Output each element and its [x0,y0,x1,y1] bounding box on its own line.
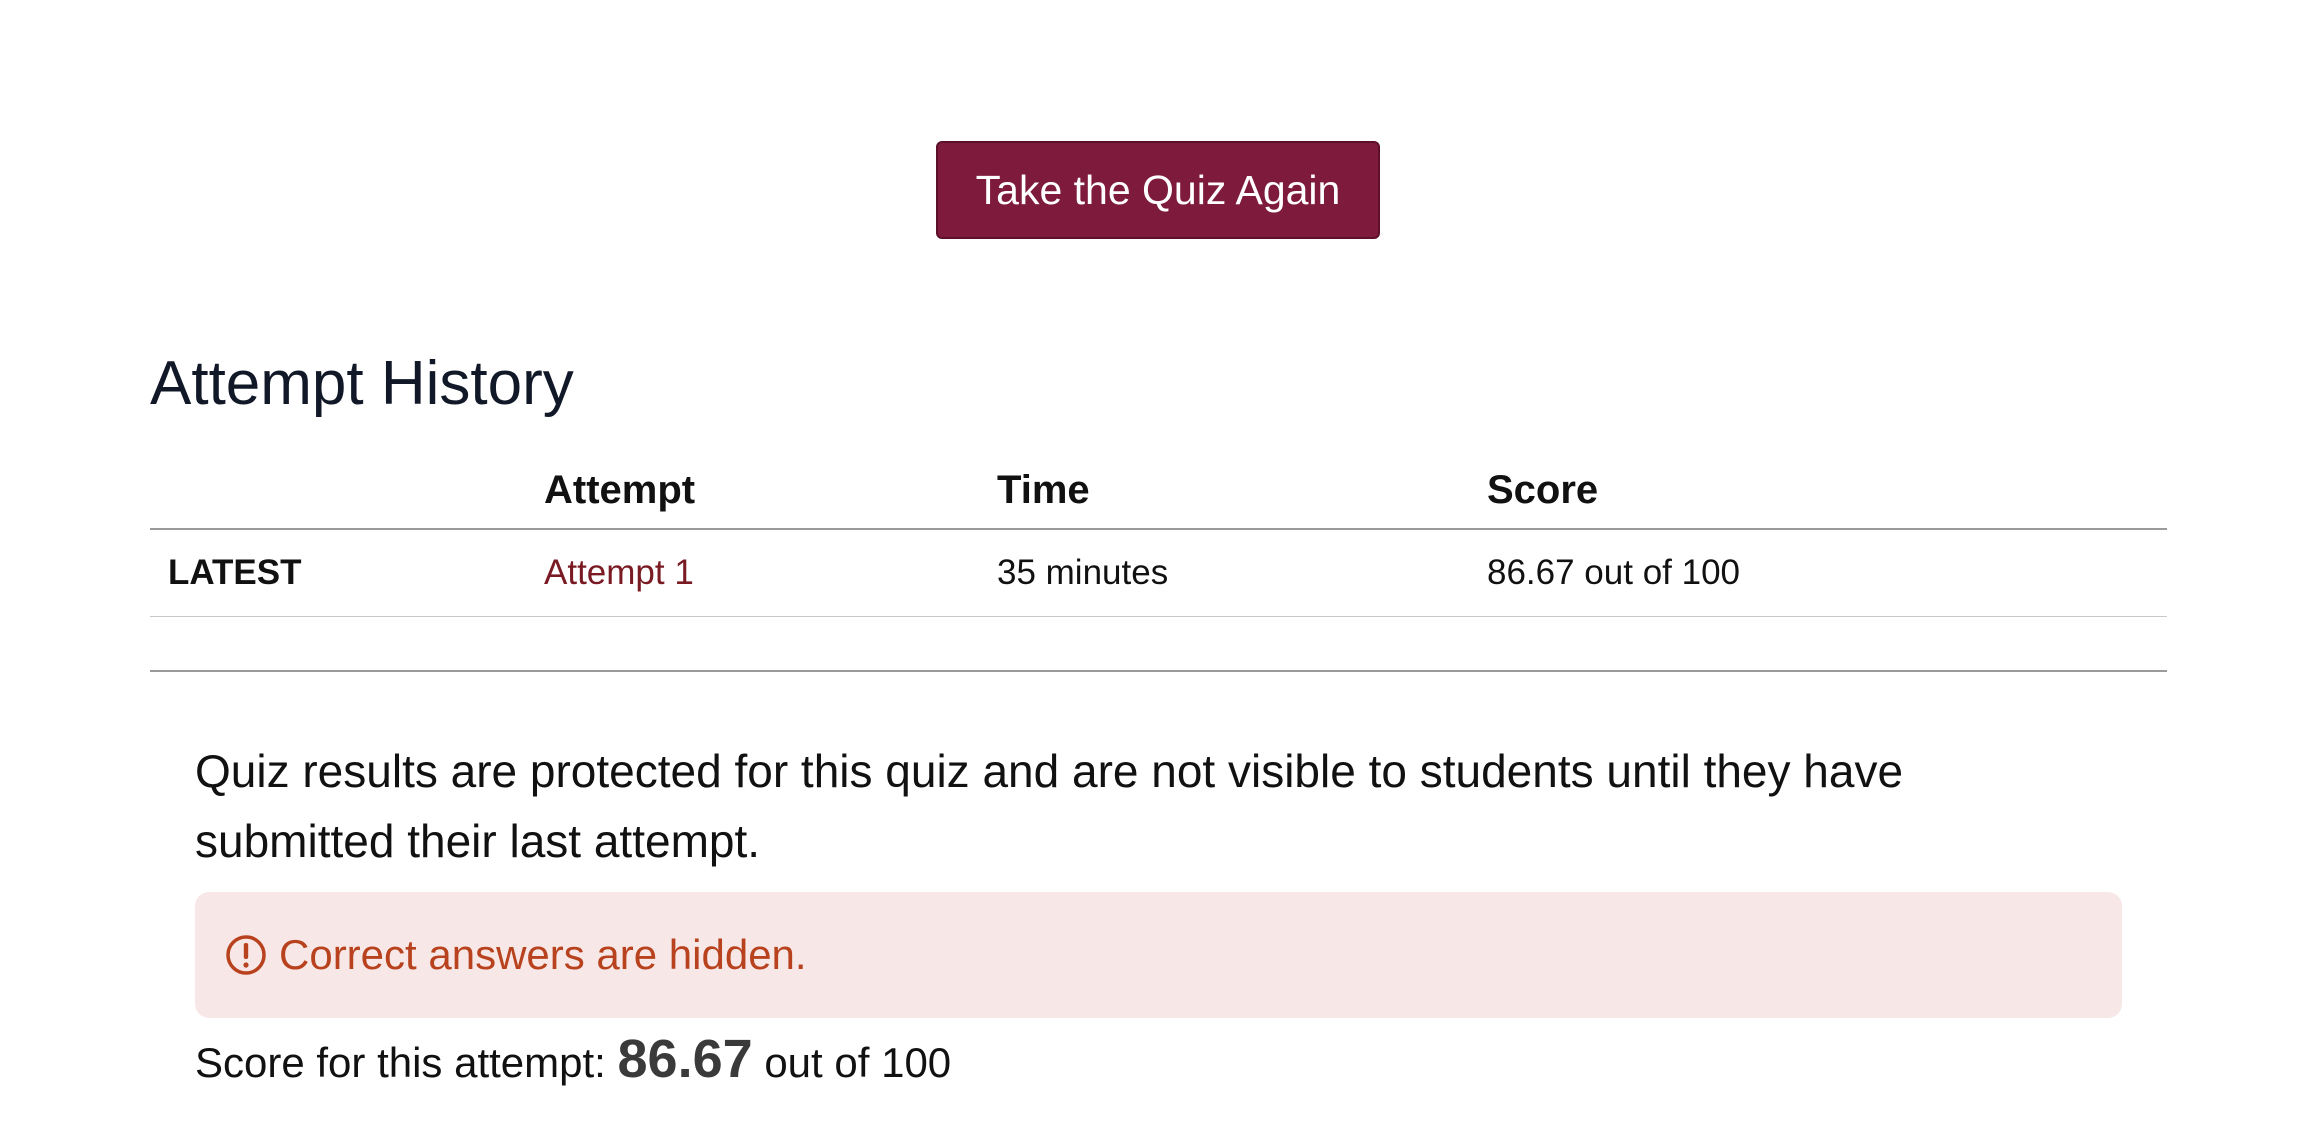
protected-results-message: Quiz results are protected for this quiz… [195,745,1904,867]
score-suffix: out of 100 [764,1039,952,1086]
latest-tag: LATEST [150,529,544,617]
attempt-link[interactable]: Attempt 1 [544,553,694,592]
column-header-attempt: Attempt [544,452,997,530]
attempt-history-table: Attempt Time Score LATEST Attempt 1 35 m… [150,452,2167,617]
score-prefix: Score for this attempt: [195,1039,606,1086]
attempt-score-line: Score for this attempt: 86.67 out of 100 [195,1026,951,1096]
score-value: 86.67 [617,1029,753,1089]
attempt-history-header: Attempt Time Score [150,452,2167,530]
column-header-time: Time [997,452,1487,530]
section-divider [150,670,2167,672]
exclamation-circle-icon [225,934,267,976]
table-header-row: Attempt Time Score [150,452,2167,530]
time-cell: 35 minutes [997,529,1487,617]
attempt-history-heading: Attempt History [150,349,574,418]
column-header-score: Score [1487,452,2167,530]
score-cell: 86.67 out of 100 [1487,529,2167,617]
alert-text: Correct answers are hidden. [279,931,807,978]
retake-quiz-container: Take the Quiz Again [936,141,1380,239]
hidden-answers-alert: Correct answers are hidden. [195,892,2122,1018]
take-quiz-again-button[interactable]: Take the Quiz Again [936,141,1380,239]
table-row: LATEST Attempt 1 35 minutes 86.67 out of… [150,529,2167,617]
column-header-tag [150,452,544,530]
attempt-cell: Attempt 1 [544,529,997,617]
